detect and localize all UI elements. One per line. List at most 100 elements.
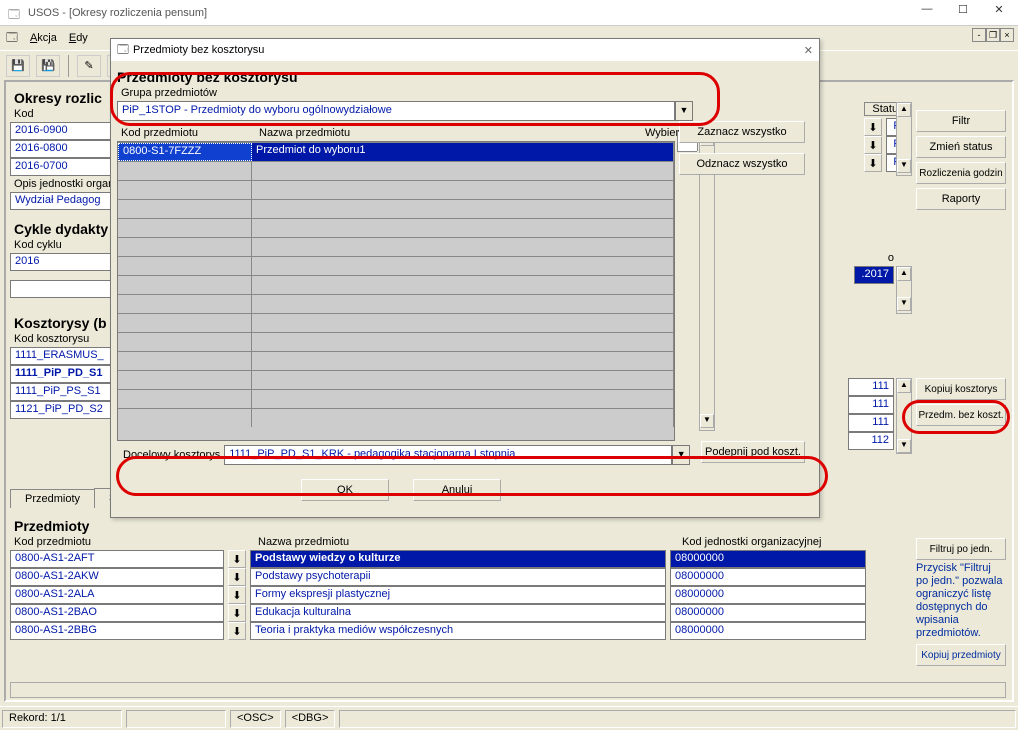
bottom-nazwa-1[interactable]: Podstawy psychoterapii [250, 568, 666, 586]
filtruj-po-jedn-button[interactable]: Filtruj po jedn. [916, 538, 1006, 560]
app-icon: 🗔 [8, 6, 22, 20]
download-icon[interactable]: ⬇ [228, 604, 246, 622]
download-icon[interactable]: ⬇ [864, 154, 882, 172]
modal-grid: 0800-S1-7FZZZ Przedmiot do wyboru1 [117, 141, 675, 441]
grid-hdr-nazwa: Nazwa przedmiotu [259, 127, 641, 139]
grid-hdr-kod: Kod przedmiotu [121, 127, 255, 139]
menu-edy[interactable]: Edy [69, 32, 88, 44]
bottom-kod-2[interactable]: 0800-AS1-2ALA [10, 586, 224, 604]
titlebar: 🗔 USOS - [Okresy rozliczenia pensum] — ☐… [0, 0, 1018, 26]
window-title: USOS - [Okresy rozliczenia pensum] [28, 7, 207, 19]
filtruj-hint: Przycisk "Filtruj po jedn." pozwala ogra… [916, 562, 1006, 670]
okres-row-2[interactable]: 2016-0700 [10, 158, 114, 176]
bottom-nazwa-0[interactable]: Podstawy wiedzy o kulturze [250, 550, 666, 568]
kval-1[interactable]: 111 [848, 396, 894, 414]
right-panel: Filtr Zmień status Rozliczenia godzin Ra… [916, 84, 1006, 214]
docelowy-dropdown-value: 1111_PiP_PD_S1_KRK - pedagogika stacjona… [224, 445, 672, 465]
main-window: 🗔 USOS - [Okresy rozliczenia pensum] — ☐… [0, 0, 1018, 730]
maximize-button[interactable]: ☐ [952, 3, 974, 23]
bottom-kod-1[interactable]: 0800-AS1-2AKW [10, 568, 224, 586]
modal-side-buttons: Zaznacz wszystko Odznacz wszystko [679, 121, 805, 179]
close-button[interactable]: ✕ [988, 3, 1010, 23]
raporty-button[interactable]: Raporty [916, 188, 1006, 210]
wydzial-field[interactable]: Wydział Pedagog [10, 192, 114, 210]
download-icon[interactable]: ⬇ [228, 586, 246, 604]
chevron-down-icon[interactable]: ▼ [675, 101, 693, 121]
edit-icon[interactable]: ✎ [77, 55, 101, 77]
modal-przedmioty-bez-kosztorysu: 🗔Przedmioty bez kosztorysu ✕ Przedmioty … [110, 38, 820, 518]
mdi-close-button[interactable]: × [1000, 28, 1014, 42]
modal-close-button[interactable]: ✕ [804, 44, 813, 57]
do-date-field[interactable]: .2017 [854, 266, 894, 284]
grupa-dropdown-value: PiP_1STOP - Przedmioty do wyboru ogólnow… [117, 101, 675, 121]
kosztorys-row-3[interactable]: 1121_PiP_PD_S2 [10, 401, 114, 419]
hdr-kod-przedmiotu: Kod przedmiotu [14, 536, 234, 548]
bottom-nazwa-2[interactable]: Formy ekspresji plastycznej [250, 586, 666, 604]
menu-akcja[interactable]: AAkcjakcja [30, 32, 57, 44]
bottom-jedn-3[interactable]: 08000000 [670, 604, 866, 622]
save-icon[interactable]: 💾 [6, 55, 30, 77]
filtr-button[interactable]: Filtr [916, 110, 1006, 132]
mdi-restore-button[interactable]: ❐ [986, 28, 1000, 42]
docelowy-kosztorys-dropdown[interactable]: 1111_PiP_PD_S1_KRK - pedagogika stacjona… [224, 445, 690, 465]
kval-3[interactable]: 112 [848, 432, 894, 450]
grupa-przedmiotow-dropdown[interactable]: PiP_1STOP - Przedmioty do wyboru ogólnow… [117, 101, 693, 121]
status-rekord: Rekord: 1/1 [2, 710, 122, 728]
kosztorysy-scrollbar[interactable]: ▲▼ [896, 378, 912, 454]
tab-przedmioty[interactable]: Przedmioty [10, 489, 95, 508]
bottom-jedn-2[interactable]: 08000000 [670, 586, 866, 604]
saveall-icon[interactable]: 💾💾 [36, 55, 60, 77]
bottom-kod-3[interactable]: 0800-AS1-2BAO [10, 604, 224, 622]
okresy-scrollbar[interactable]: ▲▼ [896, 102, 912, 176]
grid-nazwa-0[interactable]: Przedmiot do wyboru1 [252, 143, 674, 161]
odznacz-wszystko-button[interactable]: Odznacz wszystko [679, 153, 805, 175]
kosztorys-row-1[interactable]: 1111_PiP_PD_S1 [10, 365, 114, 383]
podepnij-button[interactable]: Podepnij pod koszt. [701, 441, 805, 463]
download-icon[interactable]: ⬇ [864, 118, 882, 136]
bottom-jedn-1[interactable]: 08000000 [670, 568, 866, 586]
mdi-child-icon: 🗔 [6, 29, 18, 48]
download-icon[interactable]: ⬇ [228, 568, 246, 586]
przedmioty-title: Przedmioty [14, 518, 1006, 534]
label-do: o [858, 252, 894, 264]
status-osc: <OSC> [230, 710, 281, 728]
kval-2[interactable]: 111 [848, 414, 894, 432]
kval-0[interactable]: 111 [848, 378, 894, 396]
kopiuj-przedmioty-button[interactable]: Kopiuj przedmioty [916, 644, 1006, 666]
status-empty2 [339, 710, 1016, 728]
rozliczenia-button[interactable]: Rozliczenia godzin [916, 162, 1006, 184]
zmien-status-button[interactable]: Zmień status [916, 136, 1006, 158]
status-dbg: <DBG> [285, 710, 336, 728]
minimize-button[interactable]: — [916, 3, 938, 23]
bottom-nazwa-3[interactable]: Edukacja kulturalna [250, 604, 666, 622]
mdi-minimize-button[interactable]: - [972, 28, 986, 42]
chevron-down-icon[interactable]: ▼ [672, 445, 690, 465]
section-przedmioty-bottom: Przedmioty Kod przedmiotu Nazwa przedmio… [10, 514, 1006, 640]
hdr-kod-jedn: Kod jednostki organizacyjnej [682, 536, 882, 548]
bottom-nazwa-4[interactable]: Teoria i praktyka mediów współczesnych [250, 622, 666, 640]
grid-kod-0[interactable]: 0800-S1-7FZZZ [118, 143, 252, 161]
modal-title: Przedmioty bez kosztorysu [133, 44, 264, 56]
przedm-bez-koszt-button[interactable]: Przedm. bez koszt. [916, 404, 1006, 426]
content-hscrollbar[interactable] [10, 682, 1006, 698]
okres-row-1[interactable]: 2016-0800 [10, 140, 114, 158]
mdi-controls: - ❐ × [972, 28, 1014, 46]
statusbar: Rekord: 1/1 <OSC> <DBG> [0, 706, 1018, 730]
download-icon[interactable]: ⬇ [228, 550, 246, 568]
anuluj-button[interactable]: Anuluj [413, 479, 501, 501]
cykl-field[interactable]: 2016 [10, 253, 114, 271]
bottom-kod-4[interactable]: 0800-AS1-2BBG [10, 622, 224, 640]
ok-button[interactable]: OK [301, 479, 389, 501]
okres-row-0[interactable]: 2016-0900 [10, 122, 114, 140]
bottom-jedn-0[interactable]: 08000000 [670, 550, 866, 568]
bottom-jedn-4[interactable]: 08000000 [670, 622, 866, 640]
zaznacz-wszystko-button[interactable]: Zaznacz wszystko [679, 121, 805, 143]
kopiuj-kosztorys-button[interactable]: Kopiuj kosztorys [916, 378, 1006, 400]
download-icon[interactable]: ⬇ [228, 622, 246, 640]
kosztorys-row-2[interactable]: 1111_PiP_PS_S1 [10, 383, 114, 401]
kosztorys-row-0[interactable]: 1111_ERASMUS_ [10, 347, 114, 365]
bottom-kod-0[interactable]: 0800-AS1-2AFT [10, 550, 224, 568]
cykl-field-2[interactable] [10, 280, 114, 298]
cykle-scrollbar[interactable]: ▲▼ [896, 266, 912, 314]
download-icon[interactable]: ⬇ [864, 136, 882, 154]
